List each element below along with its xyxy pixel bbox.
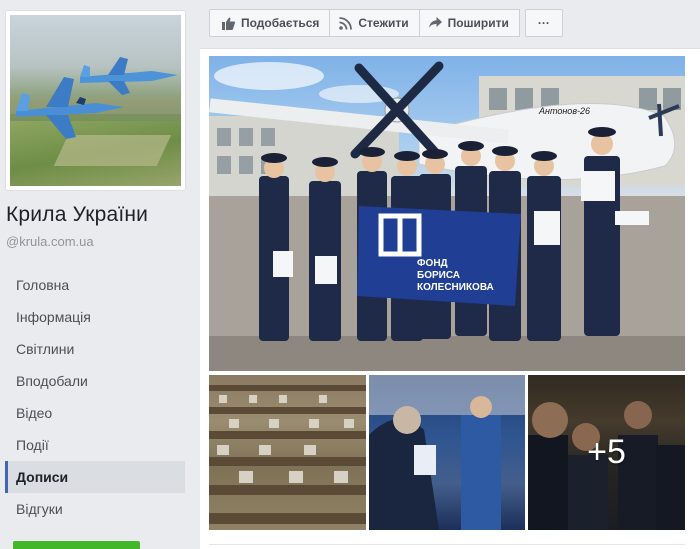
page-title[interactable]: Крила України — [6, 203, 148, 227]
more-options-button[interactable]: ··· — [524, 9, 563, 37]
photos-card: Антонов-26 ФОНД БОРИСА КОЛЕСНИКОВА +5 — [200, 48, 700, 549]
page-action-bar: Подобається Стежити Поширити ··· — [209, 9, 563, 37]
cadets-plane-illustration: Антонов-26 ФОНД БОРИСА КОЛЕСНИКОВА — [209, 61, 685, 371]
award-ceremony-illustration — [369, 375, 525, 530]
like-button[interactable]: Подобається — [209, 9, 331, 37]
page-username[interactable]: @krula.com.ua — [6, 234, 94, 249]
nav-item-videos[interactable]: Відео — [5, 397, 185, 429]
card-divider — [209, 544, 685, 545]
photo-thumbnail-group[interactable]: +5 — [528, 375, 685, 530]
share-button[interactable]: Поширити — [418, 9, 520, 37]
plane-label: Антонов-26 — [538, 106, 590, 116]
like-label: Подобається — [241, 16, 320, 30]
nav-item-likes[interactable]: Вподобали — [5, 365, 185, 397]
follow-label: Стежити — [358, 16, 409, 30]
nav-item-events[interactable]: Події — [5, 429, 185, 461]
profile-picture[interactable] — [10, 15, 181, 186]
flag-text-line1: ФОНД — [417, 258, 448, 269]
flag-text-line2: БОРИСА — [417, 270, 460, 281]
nav-item-photos[interactable]: Світлини — [5, 333, 185, 365]
jet-icon — [80, 57, 178, 95]
share-arrow-icon — [428, 17, 442, 29]
rss-icon — [339, 16, 353, 30]
nav-item-about[interactable]: Інформація — [5, 301, 185, 333]
photo-thumbnail-classroom[interactable] — [209, 375, 366, 530]
main-photo[interactable]: Антонов-26 ФОНД БОРИСА КОЛЕСНИКОВА — [209, 56, 685, 371]
flag-text-line3: КОЛЕСНИКОВА — [417, 282, 494, 293]
nav-item-posts[interactable]: Дописи — [5, 461, 185, 493]
more-dots-icon: ··· — [537, 16, 550, 30]
page-nav: Головна Інформація Світлини Вподобали Ві… — [5, 269, 185, 525]
classroom-illustration — [209, 385, 366, 524]
nav-item-home[interactable]: Головна — [5, 269, 185, 301]
photo-thumbnail-award[interactable] — [369, 375, 525, 530]
cta-button[interactable] — [13, 541, 140, 549]
share-label: Поширити — [447, 16, 509, 30]
follow-button[interactable]: Стежити — [329, 9, 420, 37]
thumbs-up-icon — [222, 17, 235, 30]
nav-item-reviews[interactable]: Відгуки — [5, 493, 185, 525]
more-photos-count[interactable]: +5 — [528, 375, 685, 530]
profile-picture-frame[interactable] — [5, 10, 186, 191]
